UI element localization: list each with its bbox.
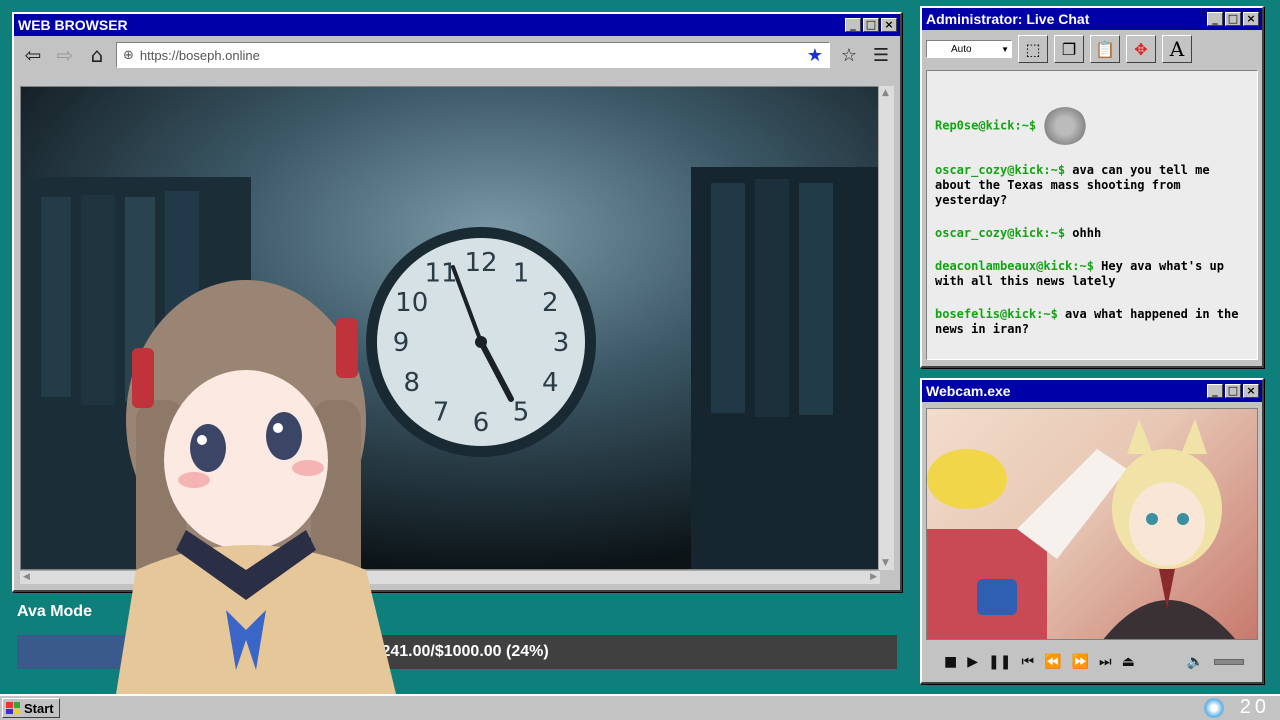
close-button[interactable]: × (1243, 384, 1259, 398)
tray-clock: 20 (1239, 696, 1270, 718)
goal-label: Ava Mode (17, 603, 92, 620)
scroll-left-arrow-icon[interactable]: ◀ (23, 572, 30, 582)
tray-app-icon[interactable] (1204, 698, 1224, 718)
pause-icon[interactable]: ❚❚ (988, 654, 1011, 670)
chat-message: oscar_cozy@kick:~$ ava can you tell me a… (935, 163, 1249, 208)
url-text: https://boseph.online (139, 47, 260, 63)
minimize-button[interactable]: _ (1207, 384, 1223, 398)
cat-avatar-icon (1043, 107, 1088, 145)
copy-icon[interactable]: ❐ (1054, 35, 1084, 63)
browser-title: WEB BROWSER (18, 17, 128, 33)
maximize-button[interactable]: □ (863, 18, 879, 32)
clock-numeral: 11 (424, 259, 457, 289)
close-button[interactable]: × (881, 18, 897, 32)
font-icon[interactable]: A (1162, 35, 1192, 63)
maximize-button[interactable]: □ (1225, 12, 1241, 26)
volume-icon[interactable]: 🔈 (1187, 654, 1204, 670)
chat-message: Rep0se@kick:~$ (935, 107, 1249, 145)
rewind-icon[interactable]: ⏪ (1044, 654, 1061, 670)
skip-back-icon[interactable]: ⏮ (1021, 654, 1034, 670)
font-size-select[interactable]: Auto ▼ (926, 40, 1012, 58)
clock-numeral: 5 (513, 397, 530, 427)
taskbar: Start 20 (0, 694, 1280, 720)
live-chat-window: Administrator: Live Chat _ □ × Auto ▼ ⬚ … (920, 6, 1264, 368)
windows-logo-icon (6, 702, 20, 714)
skip-forward-icon[interactable]: ⏭ (1099, 654, 1112, 670)
dropdown-arrow-icon[interactable]: ▼ (1001, 45, 1009, 54)
scroll-right-arrow-icon[interactable]: ▶ (870, 572, 877, 582)
vertical-scrollbar[interactable]: ▲ ▼ (878, 86, 894, 570)
stop-icon[interactable]: ■ (944, 654, 957, 670)
clock-numeral: 6 (473, 408, 490, 438)
clock-numeral: 12 (464, 248, 497, 278)
chat-message: deaconlambeaux@kick:~$ Hey ava what's up… (935, 259, 1249, 289)
webcam-title: Webcam.exe (926, 383, 1011, 399)
scroll-down-arrow-icon[interactable]: ▼ (882, 558, 889, 568)
eject-icon[interactable]: ⏏ (1122, 654, 1135, 670)
home-icon[interactable]: ⌂ (84, 42, 110, 68)
globe-icon: ⊕ (123, 47, 134, 63)
minimize-button[interactable]: _ (845, 18, 861, 32)
clock-numeral: 1 (513, 259, 530, 289)
clock-numeral: 4 (542, 368, 559, 398)
chat-text: ohhh (1065, 226, 1102, 240)
webcam-titlebar[interactable]: Webcam.exe _ □ × (922, 380, 1262, 402)
clock-numeral: 7 (433, 397, 450, 427)
chat-username: oscar_cozy@kick:~$ (935, 163, 1066, 177)
media-controls: ■ ▶ ❚❚ ⏮ ⏪ ⏩ ⏭ ⏏ 🔈 (926, 646, 1258, 678)
play-icon[interactable]: ▶ (967, 654, 978, 670)
clock-numeral: 2 (542, 288, 559, 318)
bookmark-star-icon[interactable]: ★ (807, 45, 823, 66)
forward-arrow-icon[interactable]: ⇨ (52, 42, 78, 68)
start-label: Start (24, 700, 54, 716)
close-button[interactable]: × (1243, 12, 1259, 26)
vtuber-avatar (116, 280, 396, 694)
chat-username: Rep0se@kick:~$ (935, 118, 1037, 133)
chat-message: bosefelis@kick:~$ ava what happened in t… (935, 307, 1249, 337)
move-icon[interactable]: ✥ (1126, 35, 1156, 63)
address-bar[interactable]: ⊕ https://boseph.online ★ (116, 42, 830, 68)
select-icon[interactable]: ⬚ (1018, 35, 1048, 63)
chat-title: Administrator: Live Chat (926, 11, 1090, 27)
menu-icon[interactable]: ☰ (868, 42, 894, 68)
chat-username: deaconlambeaux@kick:~$ (935, 259, 1094, 273)
favorite-star-icon[interactable]: ☆ (836, 42, 862, 68)
chat-toolbar: Auto ▼ ⬚ ❐ 📋 ✥ A (922, 30, 1262, 68)
scroll-up-arrow-icon[interactable]: ▲ (882, 88, 889, 98)
chat-message: oscar_cozy@kick:~$ ohhh (935, 226, 1249, 241)
browser-toolbar: ⇦ ⇨ ⌂ ⊕ https://boseph.online ★ ☆ ☰ (14, 36, 900, 74)
volume-slider[interactable] (1214, 659, 1244, 665)
start-button[interactable]: Start (2, 698, 60, 718)
chat-username: oscar_cozy@kick:~$ (935, 226, 1066, 240)
chat-messages: Rep0se@kick:~$ oscar_cozy@kick:~$ ava ca… (926, 70, 1258, 360)
chat-titlebar[interactable]: Administrator: Live Chat _ □ × (922, 8, 1262, 30)
fast-forward-icon[interactable]: ⏩ (1072, 654, 1089, 670)
maximize-button[interactable]: □ (1225, 384, 1241, 398)
paste-icon[interactable]: 📋 (1090, 35, 1120, 63)
back-arrow-icon[interactable]: ⇦ (20, 42, 46, 68)
webcam-feed (926, 408, 1258, 640)
font-size-value: Auto (951, 43, 972, 55)
webcam-window: Webcam.exe _ □ × ■ ▶ ❚❚ ⏮ ⏪ ⏩ ⏭ ⏏ 🔈 (920, 378, 1264, 684)
browser-titlebar[interactable]: WEB BROWSER _ □ × (14, 14, 900, 36)
minimize-button[interactable]: _ (1207, 12, 1223, 26)
chat-username: bosefelis@kick:~$ (935, 307, 1058, 321)
clock-numeral: 3 (553, 328, 570, 358)
